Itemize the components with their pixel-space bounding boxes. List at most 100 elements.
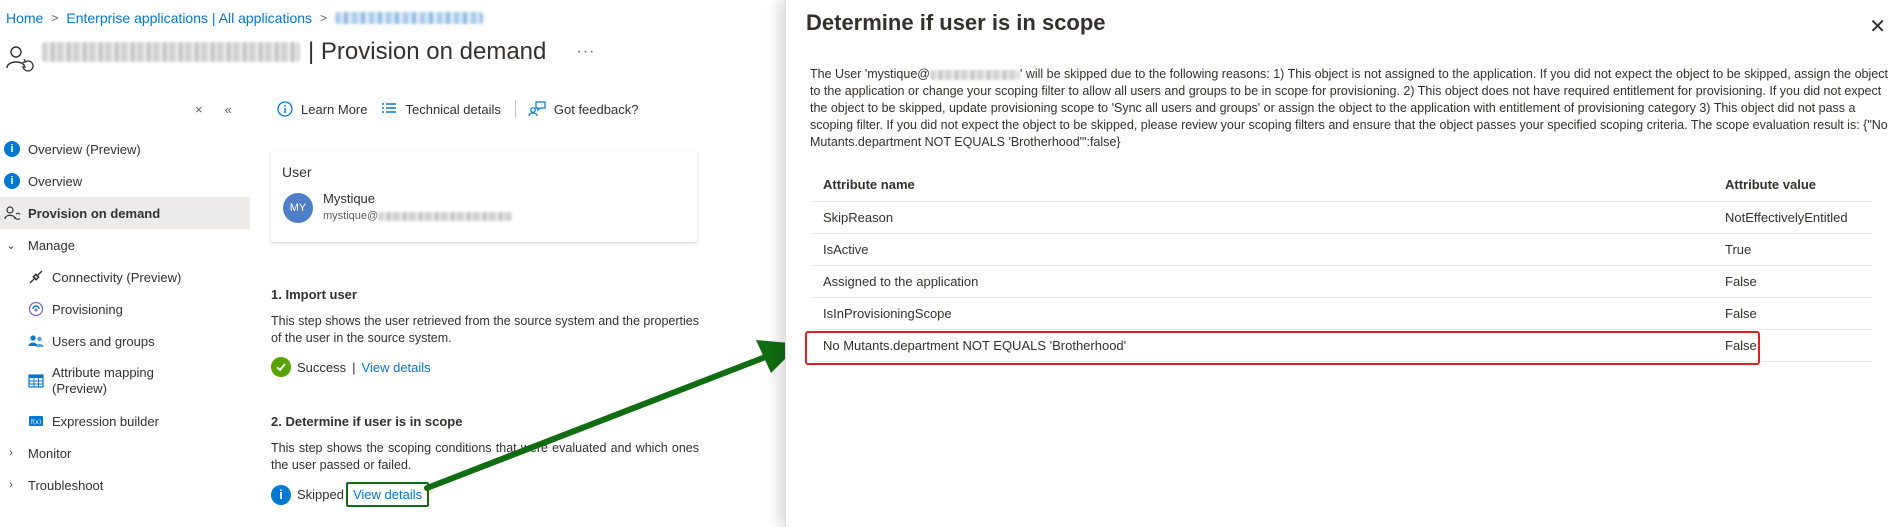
nav-group-monitor[interactable]: › Monitor [0, 437, 250, 469]
nav-item-overview[interactable]: i Overview [0, 165, 250, 197]
user-name: Mystique [323, 191, 376, 206]
collapse-chevron-icon[interactable]: « [225, 102, 232, 117]
app-name-redacted [42, 42, 300, 62]
attribute-value-cell: False [1714, 329, 1872, 362]
learn-more-button[interactable]: Learn More [277, 101, 367, 117]
info-icon: i [4, 141, 20, 157]
nav-item-label: Monitor [28, 445, 72, 461]
skip-reason-text: The User 'mystique@ ' will be skipped due… [810, 66, 1888, 151]
attribute-name-cell: No Mutants.department NOT EQUALS 'Brothe… [812, 329, 1714, 362]
step-status: Success | View details [271, 357, 699, 377]
blade-title: Determine if user is in scope [806, 10, 1106, 35]
table-row: IsActive True [812, 233, 1872, 266]
nav-item-label: Troubleshoot [28, 477, 104, 493]
step-status: i Skipped View details [271, 482, 699, 507]
chevron-right-icon: > [320, 11, 328, 25]
feedback-label: Got feedback? [553, 101, 639, 117]
technical-details-label: Technical details [405, 101, 501, 117]
user-card: User MY Mystique mystique@ [271, 151, 697, 242]
user-email: mystique@ [323, 210, 513, 222]
attribute-name-cell: IsActive [812, 233, 1714, 266]
list-icon [382, 103, 397, 113]
nav-group-troubleshoot[interactable]: › Troubleshoot [0, 469, 250, 501]
feedback-button[interactable]: Got feedback? [528, 101, 639, 117]
attribute-value-cell: False [1714, 297, 1872, 330]
chevron-down-icon: ⌄ [6, 239, 16, 252]
attribute-value-cell: True [1714, 233, 1872, 266]
feedback-icon [528, 101, 546, 117]
breadcrumb-app-redacted[interactable] [335, 12, 484, 24]
svg-text:f(x): f(x) [31, 419, 41, 426]
chevron-right-icon: > [51, 11, 59, 25]
nav-item-overview-preview[interactable]: i Overview (Preview) [0, 133, 250, 165]
step-title: 1. Import user [271, 287, 357, 302]
email-domain-redacted [929, 69, 1020, 80]
page-title-text: | Provision on demand [308, 38, 547, 65]
nav-item-label: Provisioning [52, 301, 123, 317]
attribute-name-cell: SkipReason [812, 201, 1714, 234]
status-separator: | [352, 359, 356, 375]
email-domain-redacted [378, 211, 513, 221]
user-sync-icon [4, 205, 20, 221]
technical-details-button[interactable]: Technical details [381, 101, 501, 117]
success-check-icon [271, 357, 291, 377]
nav-item-label: Attribute mapping (Preview) [52, 365, 154, 396]
nav-collapse-controls: × « [195, 102, 232, 117]
avatar: MY [283, 193, 313, 223]
attribute-value-cell: NotEffectivelyEntitled [1714, 201, 1872, 234]
column-header-attribute-name: Attribute name [812, 169, 1714, 202]
user-email-prefix: mystique@ [323, 210, 379, 222]
chevron-right-icon: › [9, 479, 13, 491]
status-text: Skipped [297, 487, 344, 502]
attribute-name-cell: IsInProvisioningScope [812, 297, 1714, 330]
nav-item-provision-on-demand[interactable]: Provision on demand [0, 197, 250, 229]
expression-icon: f(x) [28, 413, 44, 429]
step-title: 2. Determine if user is in scope [271, 414, 463, 429]
reason-prefix: The User 'mystique@ [810, 67, 930, 81]
nav-item-label: Manage [28, 237, 75, 253]
nav-item-label: Users and groups [52, 333, 155, 349]
breadcrumb-home[interactable]: Home [6, 10, 43, 26]
user-card-label: User [282, 164, 312, 180]
table-row: IsInProvisioningScope False [812, 297, 1872, 330]
toolbar-divider [514, 100, 516, 118]
step-determine-scope: 2. Determine if user is in scope This st… [271, 414, 699, 507]
column-header-attribute-value: Attribute value [1714, 169, 1872, 202]
user-sync-icon [6, 46, 34, 72]
nav-item-label: Connectivity (Preview) [52, 269, 182, 285]
table-icon [28, 373, 44, 389]
breadcrumb-enterprise-apps[interactable]: Enterprise applications | All applicatio… [66, 10, 312, 26]
nav-item-attribute-mapping[interactable]: Attribute mapping (Preview) [0, 357, 250, 405]
command-bar: Learn More Technical details Got feedbac… [277, 100, 652, 118]
close-icon[interactable]: × [195, 102, 203, 117]
provisioning-icon [28, 301, 44, 317]
step-import-user: 1. Import user This step shows the user … [271, 287, 699, 377]
chevron-right-icon: › [9, 447, 13, 459]
nav-item-users-and-groups[interactable]: Users and groups [0, 325, 250, 357]
nav-item-provisioning[interactable]: Provisioning [0, 293, 250, 325]
table-row-highlighted: No Mutants.department NOT EQUALS 'Brothe… [812, 329, 1872, 362]
nav-item-label: Expression builder [52, 413, 159, 429]
step-description: This step shows the user retrieved from … [271, 314, 699, 345]
close-icon[interactable]: ✕ [1869, 14, 1886, 39]
view-details-link[interactable]: View details [345, 482, 430, 507]
more-options-button[interactable]: ··· [576, 43, 595, 61]
learn-more-label: Learn More [301, 101, 368, 117]
table-row: Assigned to the application False [812, 265, 1872, 298]
table-header-row: Attribute name Attribute value [812, 169, 1872, 202]
view-details-link[interactable]: View details [362, 360, 431, 375]
info-icon: i [4, 173, 20, 189]
nav-group-manage[interactable]: ⌄ Manage [0, 229, 250, 261]
nav-item-label: Provision on demand [28, 205, 161, 221]
status-text: Success [297, 359, 347, 375]
nav-item-connectivity[interactable]: Connectivity (Preview) [0, 261, 250, 293]
nav-item-label: Overview [28, 173, 83, 189]
plug-icon [28, 269, 44, 285]
side-navigation: i Overview (Preview) i Overview Provisio… [0, 133, 250, 501]
attribute-name-cell: Assigned to the application [812, 265, 1714, 298]
nav-item-expression-builder[interactable]: f(x) Expression builder [0, 405, 250, 437]
table-row: SkipReason NotEffectivelyEntitled [812, 201, 1872, 234]
breadcrumb: Home > Enterprise applications | All app… [6, 10, 484, 26]
users-icon [28, 333, 44, 349]
page-title: | Provision on demand ··· [42, 38, 595, 66]
